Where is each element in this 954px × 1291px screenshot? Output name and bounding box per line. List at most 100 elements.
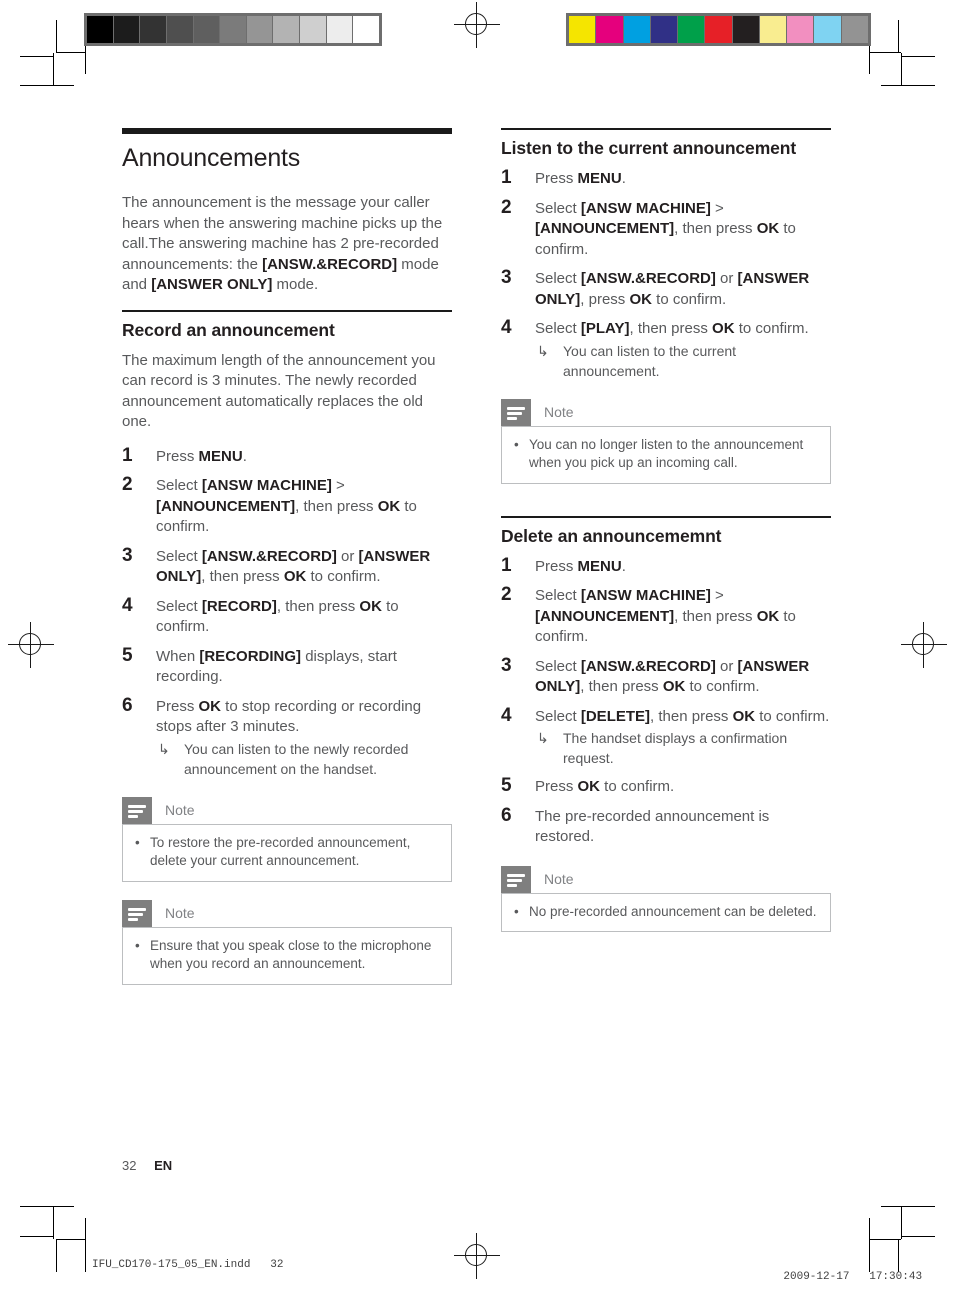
color-patch bbox=[814, 16, 842, 43]
note-label: Note bbox=[165, 802, 195, 818]
print-slug-time: 17:30:43 bbox=[869, 1271, 923, 1283]
note-label: Note bbox=[544, 871, 574, 887]
step-item: 6 Press OK to stop recording or recording… bbox=[122, 694, 452, 779]
grayscale-patch bbox=[87, 16, 114, 43]
note-list: • You can no longer listen to the announc… bbox=[512, 436, 820, 473]
bullet-icon: • bbox=[135, 834, 140, 850]
step-number: 3 bbox=[501, 654, 512, 676]
step-text: Select [PLAY], then press OK to confirm. bbox=[535, 320, 809, 337]
note-header: Note bbox=[122, 796, 452, 824]
substep-item: ↳ You can listen to the current announcem… bbox=[535, 341, 831, 381]
step-text: When [RECORDING] displays, start recordi… bbox=[156, 647, 397, 686]
print-slug-date: 2009-12-17 bbox=[783, 1271, 850, 1283]
note-list-item: • To restore the pre-recorded announcemen… bbox=[133, 834, 441, 871]
delete-steps-list: 1 Press MENU. 2 Select [ANSW MACHINE] > [AN… bbox=[501, 554, 831, 848]
step-number: 3 bbox=[501, 267, 512, 288]
color-patch bbox=[569, 16, 597, 43]
note-header: Note bbox=[501, 865, 831, 893]
note-icon bbox=[501, 398, 531, 426]
step-item: 5 Press OK to confirm. bbox=[501, 775, 831, 798]
substep-item: ↳ The handset displays a confirmation req… bbox=[535, 728, 831, 768]
color-patch bbox=[678, 16, 706, 43]
note-icon-bar bbox=[128, 907, 146, 911]
note-icon-bar bbox=[507, 883, 517, 887]
step-number: 6 bbox=[122, 694, 133, 716]
note-icon bbox=[122, 796, 152, 824]
substep-list: ↳ The handset displays a confirmation req… bbox=[535, 728, 831, 768]
registration-mark-bottom bbox=[454, 1233, 500, 1279]
note-icon-bar bbox=[507, 416, 517, 420]
grayscale-patch bbox=[353, 16, 380, 43]
note-list-item: • You can no longer listen to the announc… bbox=[512, 436, 820, 473]
color-calibration-bar bbox=[566, 13, 871, 46]
step-item: 3 Select [ANSW.&RECORD] or [ANSWER ONLY],… bbox=[501, 267, 831, 310]
color-patch bbox=[787, 16, 815, 43]
grayscale-calibration-bar bbox=[84, 13, 382, 46]
step-text: Press MENU. bbox=[535, 557, 626, 575]
left-notes-container: Note • To restore the pre-recorded announc… bbox=[122, 796, 452, 985]
registration-mark-left bbox=[8, 622, 54, 668]
step-item: 5 When [RECORDING] displays, start record… bbox=[122, 645, 452, 688]
substep-item: ↳ You can listen to the newly recorded an… bbox=[156, 739, 452, 779]
step-text: The pre-recorded announcement is restore… bbox=[535, 807, 770, 846]
step-text: Select [ANSW MACHINE] > [ANNOUNCEMENT], … bbox=[535, 199, 796, 258]
record-section-intro: The maximum length of the announcement y… bbox=[122, 351, 436, 431]
grayscale-patch bbox=[140, 16, 167, 43]
step-text: Press OK to confirm. bbox=[535, 778, 675, 795]
page-number: 32 bbox=[122, 1158, 137, 1173]
step-text: Select [ANSW.&RECORD] or [ANSWER ONLY], … bbox=[156, 547, 431, 586]
step-item: 3 Select [ANSW.&RECORD] or [ANSWER ONLY],… bbox=[501, 654, 831, 698]
step-item: 1 Press MENU. bbox=[501, 167, 831, 190]
registration-mark-right bbox=[901, 622, 947, 668]
step-text: Select [ANSW.&RECORD] or [ANSWER ONLY], … bbox=[535, 657, 810, 696]
bullet-icon: • bbox=[135, 937, 140, 953]
note-text: To restore the pre-recorded announcement… bbox=[150, 834, 411, 869]
arrow-icon: ↳ bbox=[537, 342, 549, 359]
step-item: 3 Select [ANSW.&RECORD] or [ANSWER ONLY],… bbox=[122, 545, 452, 588]
note-icon-bar bbox=[507, 411, 522, 415]
note-icon bbox=[122, 899, 152, 927]
record-steps-list: 1 Press MENU. 2 Select [ANSW MACHINE] > [AN… bbox=[122, 445, 452, 779]
bullet-icon: • bbox=[514, 903, 519, 919]
note-icon-bar bbox=[128, 809, 143, 813]
grayscale-patch bbox=[273, 16, 301, 43]
note-body: • No pre-recorded announcement can be del… bbox=[501, 892, 831, 932]
note-label: Note bbox=[165, 905, 195, 921]
substep-text: The handset displays a confirmation requ… bbox=[563, 730, 788, 766]
note-list: • No pre-recorded announcement can be del… bbox=[512, 903, 820, 922]
step-text: Select [ANSW.&RECORD] or [ANSWER ONLY], … bbox=[535, 270, 810, 308]
step-number: 4 bbox=[501, 704, 512, 726]
step-item: 2 Select [ANSW MACHINE] > [ANNOUNCEMENT],… bbox=[122, 474, 452, 538]
grayscale-patch bbox=[113, 16, 141, 43]
step-number: 6 bbox=[501, 804, 512, 826]
step-text: Press MENU. bbox=[156, 447, 247, 465]
step-text: Press OK to stop recording or recording … bbox=[156, 697, 422, 736]
record-section-heading: Record an announcement bbox=[122, 319, 335, 340]
note-icon-bar bbox=[507, 406, 525, 410]
note-icon-bar bbox=[507, 873, 525, 877]
grayscale-patch bbox=[193, 16, 221, 43]
step-number: 2 bbox=[501, 584, 512, 605]
page-title: Announcements bbox=[122, 144, 301, 172]
note-icon-bar bbox=[128, 814, 138, 818]
step-text: Press MENU. bbox=[535, 170, 626, 187]
color-patch bbox=[732, 16, 760, 43]
step-number: 4 bbox=[122, 594, 133, 616]
right-column: Listen to the current announcement 1 Pres… bbox=[501, 128, 831, 942]
delete-note-container: Note • No pre-recorded announcement can be… bbox=[501, 865, 831, 932]
step-number: 1 bbox=[501, 167, 512, 188]
note-body: • You can no longer listen to the announc… bbox=[501, 425, 831, 484]
note-icon-bar bbox=[128, 804, 146, 808]
grayscale-patch bbox=[166, 16, 194, 43]
color-patch bbox=[759, 16, 788, 43]
grayscale-patch bbox=[300, 16, 327, 43]
page-language: EN bbox=[154, 1158, 173, 1173]
color-patch bbox=[650, 16, 679, 43]
step-number: 1 bbox=[501, 554, 512, 576]
color-patch bbox=[841, 16, 868, 43]
page-footer: 32 EN bbox=[122, 1158, 172, 1173]
note-box: Note • You can no longer listen to the ann… bbox=[501, 398, 831, 484]
step-number: 5 bbox=[501, 775, 512, 796]
step-text: Select [ANSW MACHINE] > [ANNOUNCEMENT], … bbox=[535, 587, 796, 645]
substep-list: ↳ You can listen to the newly recorded an… bbox=[156, 739, 452, 779]
